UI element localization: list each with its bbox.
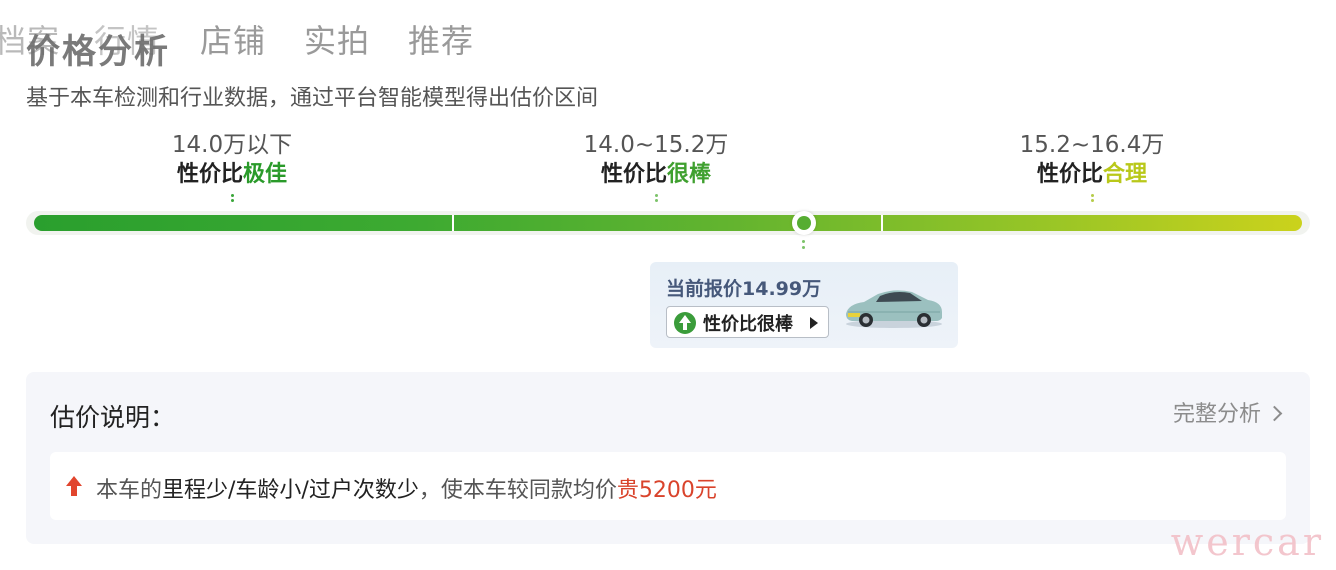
explanation-text: 本车的里程少/车龄小/过户次数少，使本车较同款均价贵5200元: [96, 478, 717, 503]
explanation-box: 本车的里程少/车龄小/过户次数少，使本车较同款均价贵5200元: [50, 452, 1286, 520]
range-rating: 性价比极佳: [176, 162, 288, 187]
price-gradient-bar: [34, 215, 1302, 231]
value-rating-label: 性价比很棒: [703, 314, 793, 335]
play-triangle-icon: [810, 317, 818, 329]
price-range-great: 14.0~15.2万 性价比很棒: [506, 130, 806, 204]
watermark: wercar: [1170, 520, 1324, 564]
section-title: 价格分析: [26, 32, 170, 72]
marker-connector: [802, 240, 806, 252]
current-price-bubble: 当前报价14.99万 性价比很棒: [650, 262, 958, 348]
tab-photos[interactable]: 实拍: [304, 16, 370, 62]
range-price: 14.0~15.2万: [583, 132, 729, 158]
price-up-arrow-icon: [66, 476, 82, 498]
section-subtitle: 基于本车检测和行业数据，通过平台智能模型得出估价区间: [26, 86, 599, 111]
estimate-explanation-card: 估价说明： 完整分析 本车的里程少/车龄小/过户次数少，使本车较同款均价贵520…: [26, 372, 1310, 544]
price-range-reasonable: 15.2~16.4万 性价比合理: [942, 130, 1242, 204]
range-rating: 性价比很棒: [600, 162, 712, 187]
range-dots: [230, 194, 234, 202]
current-price-marker: [792, 211, 816, 235]
bar-divider: [452, 215, 454, 231]
full-analysis-link[interactable]: 完整分析: [1173, 396, 1283, 428]
range-price: 14.0万以下: [171, 132, 293, 158]
range-dots: [1090, 194, 1094, 202]
explanation-title: 估价说明：: [50, 403, 176, 432]
tab-shop[interactable]: 店铺: [200, 16, 266, 62]
range-dots: [654, 194, 658, 202]
range-price: 15.2~16.4万: [1019, 132, 1165, 158]
up-arrow-icon: [674, 312, 696, 334]
bar-divider: [881, 215, 883, 231]
current-price-label: 当前报价14.99万: [666, 278, 822, 300]
chevron-right-icon: [1266, 405, 1283, 422]
price-range-excellent: 14.0万以下 性价比极佳: [82, 130, 382, 204]
range-rating: 性价比合理: [1036, 162, 1148, 187]
car-image: [846, 290, 942, 328]
value-rating-button[interactable]: 性价比很棒: [666, 306, 829, 338]
tab-recommend[interactable]: 推荐: [408, 16, 474, 62]
